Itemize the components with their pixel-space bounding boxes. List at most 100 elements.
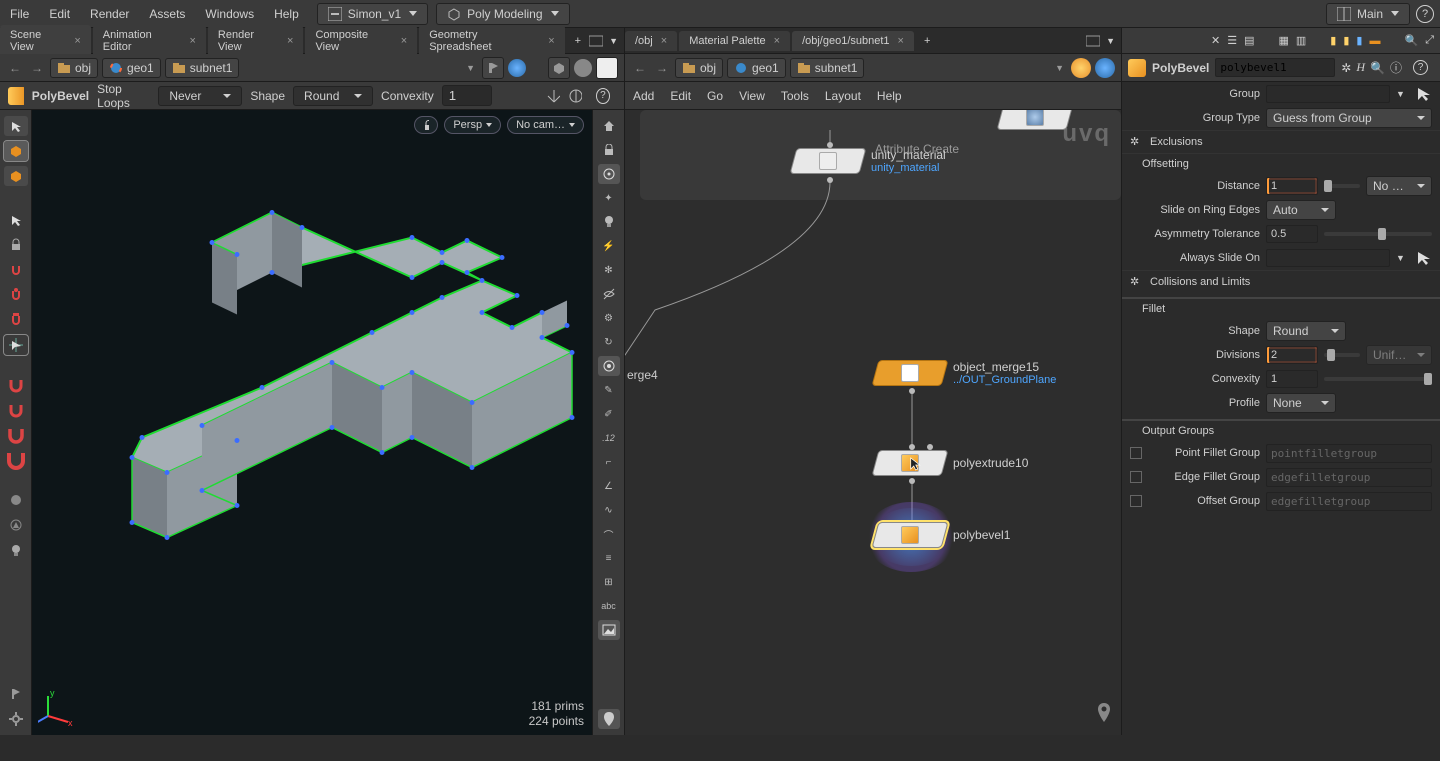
gear-icon[interactable]: ⚙: [598, 308, 620, 328]
asym-field[interactable]: [1266, 225, 1318, 243]
group-type-dropdown[interactable]: Guess from Group: [1266, 108, 1432, 128]
close-icon[interactable]: ×: [74, 35, 80, 47]
sphere-arrow-tool[interactable]: [4, 515, 28, 535]
menu-assets[interactable]: Assets: [139, 3, 195, 25]
og-checkbox[interactable]: [1130, 495, 1142, 507]
h-icon[interactable]: H: [1356, 60, 1365, 75]
sphere1-tool[interactable]: [4, 490, 28, 510]
node-input-dot[interactable]: [927, 444, 933, 450]
flash-icon[interactable]: ⚡: [598, 236, 620, 256]
box-icon[interactable]: ▬: [1369, 35, 1380, 47]
net-menu-go[interactable]: Go: [707, 89, 723, 103]
magnet1-tool[interactable]: [4, 375, 28, 395]
nav-back[interactable]: ←: [631, 61, 649, 75]
menu-render[interactable]: Render: [80, 3, 139, 25]
tab-net-subnet[interactable]: /obj/geo1/subnet1×: [792, 31, 914, 51]
grid-icon[interactable]: ▦: [1278, 34, 1288, 47]
snap3-tool[interactable]: [4, 310, 28, 330]
select-tool[interactable]: [4, 116, 28, 136]
viewport-canvas[interactable]: Persp No cam… 181 prims 224 points yx: [32, 110, 592, 735]
cube-tool[interactable]: [4, 141, 28, 161]
gear-bottom-icon[interactable]: [4, 709, 28, 729]
follow-selection-icon[interactable]: [508, 59, 526, 77]
star-icon[interactable]: ✦: [598, 188, 620, 208]
light-tool[interactable]: [4, 540, 28, 560]
zoom-icon[interactable]: ⤢: [1425, 34, 1434, 47]
node-output-dot[interactable]: [909, 478, 915, 484]
magnet2-tool[interactable]: [4, 400, 28, 420]
reload-icon[interactable]: ↻: [598, 332, 620, 352]
frame-icon[interactable]: [598, 164, 620, 184]
lock-icon[interactable]: [414, 116, 438, 134]
info-icon[interactable]: ⓘ: [1390, 59, 1402, 76]
network-canvas[interactable]: uvq Attribute Create erge4 unity_materia…: [625, 110, 1121, 735]
pointer-tool[interactable]: [4, 210, 28, 230]
shape-dropdown[interactable]: Round: [293, 86, 373, 106]
efg-field[interactable]: [1266, 468, 1432, 487]
cube2-tool[interactable]: [4, 166, 28, 186]
tree-icon[interactable]: ☰: [1227, 34, 1237, 47]
tab-net-obj[interactable]: /obj×: [625, 31, 677, 51]
abc-icon[interactable]: abc: [598, 596, 620, 616]
tab-material-palette[interactable]: Material Palette×: [679, 31, 790, 51]
nav-fwd[interactable]: →: [653, 61, 671, 75]
net-menu-add[interactable]: Add: [633, 89, 654, 103]
path-chevron-icon[interactable]: ▼: [463, 63, 478, 73]
angle-icon[interactable]: ∠: [598, 476, 620, 496]
pane-menu-icon[interactable]: [1086, 34, 1100, 48]
pane-chevron-icon[interactable]: ▼: [1106, 36, 1115, 46]
magnet4-tool[interactable]: [4, 450, 28, 470]
net-menu-view[interactable]: View: [739, 89, 765, 103]
menu-help[interactable]: Help: [264, 3, 309, 25]
always-slide-select-icon[interactable]: [1416, 250, 1432, 266]
bulb-icon[interactable]: [598, 212, 620, 232]
lock-icon[interactable]: [598, 140, 620, 160]
wand-icon[interactable]: ✎: [598, 380, 620, 400]
desktop-dropdown[interactable]: Main: [1326, 3, 1410, 25]
node-uvquickshade[interactable]: [1000, 110, 1070, 130]
list-icon[interactable]: ▤: [1244, 34, 1254, 47]
help-icon[interactable]: ?: [596, 88, 610, 104]
tab-scene-view[interactable]: Scene View×: [0, 25, 91, 57]
node-output-dot[interactable]: [909, 388, 915, 394]
cube-icon[interactable]: [548, 57, 570, 79]
menu-windows[interactable]: Windows: [195, 3, 264, 25]
lock-icon[interactable]: [4, 235, 28, 255]
group-select-icon[interactable]: [1416, 86, 1432, 102]
slide-dropdown[interactable]: Auto: [1266, 200, 1336, 220]
close-icon[interactable]: ×: [774, 35, 780, 47]
tool-d-icon[interactable]: ≡: [598, 548, 620, 568]
path-chevron-icon[interactable]: ▼: [1052, 63, 1067, 73]
help-icon[interactable]: ?: [1416, 5, 1434, 23]
always-slide-field[interactable]: [1266, 249, 1390, 267]
dropper-icon[interactable]: ✐: [598, 404, 620, 424]
tool-e-icon[interactable]: ⊞: [598, 572, 620, 592]
path-geo1[interactable]: geo1: [102, 58, 161, 78]
fillet-shape-dropdown[interactable]: Round: [1266, 321, 1346, 341]
group-field[interactable]: [1266, 85, 1390, 103]
camera-persp-pill[interactable]: Persp: [444, 116, 501, 134]
help-icon[interactable]: ?: [1413, 60, 1428, 75]
tab-render-view[interactable]: Render View×: [208, 25, 304, 57]
close-icon[interactable]: ×: [189, 35, 195, 47]
tool-a-icon[interactable]: ⌐: [598, 452, 620, 472]
axis-icon[interactable]: [546, 88, 560, 104]
home-icon[interactable]: [598, 116, 620, 136]
task-dropdown[interactable]: Poly Modeling: [436, 3, 569, 25]
snap1-tool[interactable]: [4, 260, 28, 280]
orient-icon[interactable]: [568, 88, 582, 104]
search-icon[interactable]: 🔍: [1404, 34, 1418, 47]
search-icon[interactable]: 🔍: [1370, 61, 1385, 75]
target-icon[interactable]: [598, 356, 620, 376]
menu-edit[interactable]: Edit: [39, 3, 80, 25]
divisions-mode-dropdown[interactable]: Unifor…: [1366, 345, 1432, 365]
menu-file[interactable]: File: [0, 3, 39, 25]
distance-scale-dropdown[interactable]: No Sca…: [1366, 176, 1432, 196]
stop-loops-dropdown[interactable]: Never: [158, 86, 242, 106]
close-icon[interactable]: ×: [548, 35, 554, 47]
divisions-field[interactable]: [1266, 346, 1318, 364]
fx-icon[interactable]: ✻: [598, 260, 620, 280]
close-icon[interactable]: ×: [661, 35, 667, 47]
numeric12-icon[interactable]: .12: [598, 428, 620, 448]
path-obj[interactable]: obj: [50, 58, 98, 78]
